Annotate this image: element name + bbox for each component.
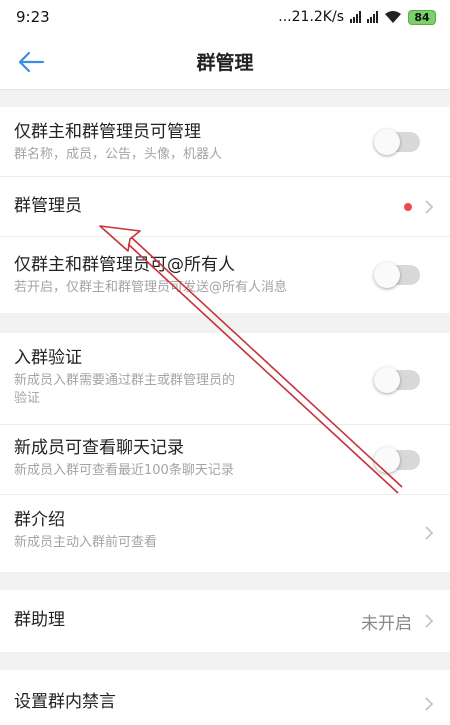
- toggle-view-history[interactable]: [374, 447, 420, 473]
- row-group-assistant[interactable]: 群助理 未开启: [0, 590, 450, 652]
- chevron-right-icon: [425, 200, 434, 214]
- notification-dot: [404, 203, 412, 211]
- signal-icon: [350, 11, 361, 23]
- status-indicators: ...21.2K/s 84: [278, 9, 436, 25]
- nav-bar: 群管理: [0, 34, 450, 90]
- status-bar: 9:23 ...21.2K/s 84: [0, 0, 450, 34]
- signal-icon-2: [367, 11, 378, 23]
- row-subtitle: 新成员主动入群前可查看: [14, 535, 158, 550]
- row-admin-only-at-all[interactable]: 仅群主和群管理员可@所有人 若开启，仅群主和群管理员可发送@所有人消息: [0, 237, 450, 313]
- row-join-verification[interactable]: 入群验证 新成员入群需要通过群主或群管理员的 验证: [0, 333, 450, 425]
- row-title: 设置群内禁言: [14, 692, 116, 712]
- network-speed: ...21.2K/s: [278, 9, 344, 25]
- toggle-admin-only-at-all[interactable]: [374, 262, 420, 288]
- row-title: 群介绍: [14, 510, 65, 530]
- section-mute: 设置群内禁言: [0, 670, 450, 725]
- page-title: 群管理: [196, 52, 254, 74]
- battery-icon: 84: [408, 9, 436, 25]
- row-title: 群管理员: [14, 196, 82, 216]
- section-permissions: 仅群主和群管理员可管理 群名称，成员，公告，头像，机器人 群管理员 仅群主和群管…: [0, 107, 450, 313]
- row-mute[interactable]: 设置群内禁言: [0, 670, 450, 725]
- back-arrow-icon: [18, 51, 45, 73]
- screen: 9:23 ...21.2K/s 84 群管理 仅群主和群管理员可管理 群名称，成…: [0, 0, 450, 725]
- toggle-join-verification[interactable]: [374, 367, 420, 393]
- row-title: 入群验证: [14, 348, 82, 368]
- wifi-icon: [385, 11, 401, 23]
- back-button[interactable]: [14, 46, 48, 78]
- status-time: 9:23: [16, 8, 50, 26]
- toggle-admin-only-manage[interactable]: [374, 129, 420, 155]
- section-members: 入群验证 新成员入群需要通过群主或群管理员的 验证 新成员可查看聊天记录 新成员…: [0, 333, 450, 572]
- row-view-history[interactable]: 新成员可查看聊天记录 新成员入群可查看最近100条聊天记录: [0, 425, 450, 495]
- chevron-right-icon: [425, 614, 434, 628]
- section-assistant: 群助理 未开启: [0, 590, 450, 652]
- chevron-right-icon: [425, 526, 434, 540]
- row-value: 未开启: [361, 614, 412, 634]
- row-group-intro[interactable]: 群介绍 新成员主动入群前可查看: [0, 495, 450, 572]
- row-group-admins[interactable]: 群管理员: [0, 177, 450, 237]
- row-admin-only-manage[interactable]: 仅群主和群管理员可管理 群名称，成员，公告，头像，机器人: [0, 107, 450, 177]
- chevron-right-icon: [425, 697, 434, 711]
